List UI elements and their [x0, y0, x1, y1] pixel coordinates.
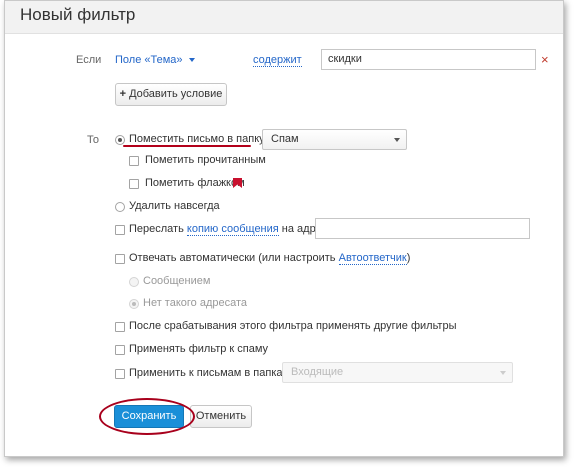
move-folder-select[interactable]: Спам [262, 129, 407, 150]
autoreply-settings-link[interactable]: Автоответчик [338, 252, 407, 265]
plus-icon: + [119, 88, 127, 100]
field-selector-label: Поле «Тема» [115, 54, 183, 66]
apply-folders-value: Входящие [291, 366, 344, 378]
apply-folders-select[interactable]: Входящие [282, 362, 513, 383]
mark-read-label: Пометить прочитанным [145, 154, 266, 166]
dialog-title: Новый фильтр [20, 5, 136, 24]
chevron-down-icon [500, 371, 506, 375]
add-condition-button[interactable]: + Добавить условие [115, 83, 227, 106]
then-label: То [87, 134, 99, 146]
mark-flag-label: Пометить флажком [145, 177, 245, 189]
autoreply-label-close: ) [406, 252, 411, 264]
autoreply-label-group: Отвечать автоматически (или настроить Ав… [129, 252, 411, 265]
autoreply-no-recipient-radio[interactable] [129, 299, 139, 309]
mark-read-checkbox[interactable] [129, 156, 139, 166]
remove-condition-icon[interactable]: × [541, 52, 549, 67]
apply-folders-checkbox[interactable] [115, 369, 125, 379]
annotation-underline [123, 145, 251, 147]
operator-selector[interactable]: содержит [253, 54, 302, 67]
forward-label: Переслать [129, 223, 184, 235]
add-condition-label: Добавить условие [129, 88, 223, 100]
autoreply-no-recipient-label: Нет такого адресата [143, 297, 248, 309]
field-selector[interactable]: Поле «Тема» [115, 54, 195, 66]
cancel-button[interactable]: Отменить [190, 405, 252, 428]
forward-copy-link[interactable]: копию сообщения [186, 223, 279, 236]
filter-dialog: Новый фильтр Если Поле «Тема» содержит с… [4, 0, 564, 457]
apply-spam-label: Применять фильтр к спаму [129, 343, 269, 355]
flag-icon [233, 178, 242, 188]
delete-forever-radio[interactable] [115, 202, 125, 212]
annotation-circle [99, 398, 195, 435]
autoreply-message-label: Сообщением [143, 275, 211, 287]
move-folder-value: Спам [271, 133, 299, 145]
move-to-folder-label: Поместить письмо в папку [129, 133, 265, 145]
dialog-header: Новый фильтр [5, 1, 563, 34]
condition-value-input[interactable]: скидки [321, 49, 536, 70]
autoreply-label: Отвечать автоматически (или настроить [129, 252, 336, 264]
apply-folders-label: Применить к письмам в папках [129, 367, 288, 379]
chevron-down-icon [394, 138, 400, 142]
forward-checkbox[interactable] [115, 225, 125, 235]
apply-spam-checkbox[interactable] [115, 345, 125, 355]
autoreply-checkbox[interactable] [115, 254, 125, 264]
if-label: Если [76, 54, 102, 66]
delete-forever-label: Удалить навсегда [129, 200, 220, 212]
caret-down-icon [188, 58, 195, 63]
apply-other-filters-label: После срабатывания этого фильтра применя… [129, 320, 457, 332]
forward-address-input[interactable] [315, 218, 530, 239]
move-to-folder-radio[interactable] [115, 135, 125, 145]
mark-flag-checkbox[interactable] [129, 179, 139, 189]
apply-other-filters-checkbox[interactable] [115, 322, 125, 332]
forward-label-group: Переслать копию сообщения на адрес [129, 223, 327, 236]
autoreply-message-radio[interactable] [129, 277, 139, 287]
